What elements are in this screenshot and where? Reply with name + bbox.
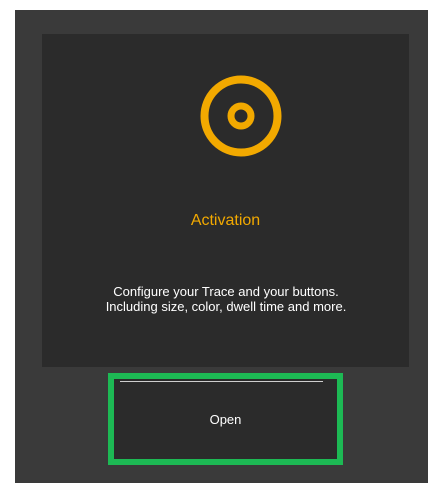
activation-card: Activation Configure your Trace and your… xyxy=(42,34,409,367)
open-button[interactable]: Open xyxy=(108,373,343,465)
activation-ring-icon xyxy=(200,75,282,157)
button-top-edge xyxy=(120,381,323,382)
card-title: Activation xyxy=(190,212,261,229)
settings-panel: Activation Configure your Trace and your… xyxy=(15,10,428,483)
open-button-label: Open xyxy=(209,412,242,427)
card-description: Configure your Trace and your buttons. I… xyxy=(105,284,347,314)
